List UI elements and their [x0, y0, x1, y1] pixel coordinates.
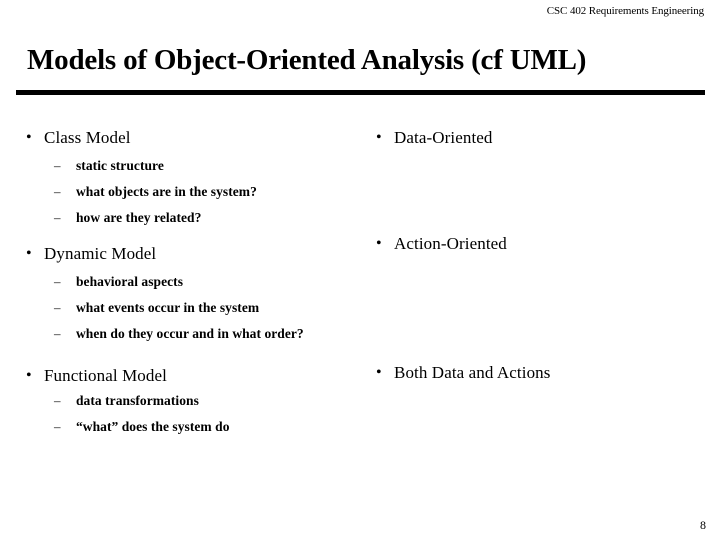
sub-bullet-item[interactable]: – what events occur in the system [54, 295, 360, 321]
bullet-label: Class Model [44, 128, 131, 147]
bullet-item-both-data-and-actions[interactable]: • Both Data and Actions [370, 361, 710, 385]
bullet-group-class-model: • Class Model – static structure – what … [20, 126, 360, 231]
dash-icon: – [54, 393, 61, 408]
slide-header: CSC 402 Requirements Engineering [546, 5, 704, 17]
sub-bullet-list: – behavioral aspects – what events occur… [20, 269, 360, 347]
bullet-dot-icon: • [376, 129, 382, 146]
bullet-item-class-model[interactable]: • Class Model [20, 126, 360, 150]
page-title: Models of Object-Oriented Analysis (cf U… [27, 44, 587, 76]
sub-bullet-label: static structure [76, 158, 164, 173]
bullet-group-functional-model: • Functional Model – data transformation… [20, 364, 360, 440]
bullet-dot-icon: • [26, 367, 32, 384]
bullet-item-dynamic-model[interactable]: • Dynamic Model [20, 242, 360, 266]
sub-bullet-label: “what” does the system do [76, 419, 230, 434]
sub-bullet-label: when do they occur and in what order? [76, 326, 304, 341]
dash-icon: – [54, 274, 61, 289]
sub-bullet-label: behavioral aspects [76, 274, 184, 289]
bullet-dot-icon: • [26, 129, 32, 146]
sub-bullet-item[interactable]: – when do they occur and in what order? [54, 321, 360, 347]
bullet-label: Data-Oriented [394, 128, 493, 147]
dash-icon: – [54, 184, 61, 199]
sub-bullet-item[interactable]: – “what” does the system do [54, 414, 360, 440]
bullet-label: Both Data and Actions [394, 363, 551, 382]
sub-bullet-label: data transformations [76, 393, 199, 408]
sub-bullet-item[interactable]: – what objects are in the system? [54, 179, 360, 205]
sub-bullet-item[interactable]: – data transformations [54, 388, 360, 414]
sub-bullet-label: what objects are in the system? [76, 184, 257, 199]
dash-icon: – [54, 158, 61, 173]
title-divider [16, 90, 705, 95]
bullet-label: Action-Oriented [394, 234, 507, 253]
bullet-item-functional-model[interactable]: • Functional Model [20, 364, 360, 388]
sub-bullet-item[interactable]: – static structure [54, 153, 360, 179]
page-number: 8 [700, 518, 706, 532]
bullet-label: Dynamic Model [44, 244, 157, 263]
bullet-dot-icon: • [26, 245, 32, 262]
dash-icon: – [54, 326, 61, 341]
sub-bullet-list: – static structure – what objects are in… [20, 153, 360, 231]
bullet-dot-icon: • [376, 235, 382, 252]
bullet-item-data-oriented[interactable]: • Data-Oriented [370, 126, 710, 150]
bullet-dot-icon: • [376, 364, 382, 381]
sub-bullet-label: what events occur in the system [76, 300, 260, 315]
bullet-item-action-oriented[interactable]: • Action-Oriented [370, 232, 710, 256]
slide-body: • Class Model – static structure – what … [0, 126, 720, 486]
sub-bullet-item[interactable]: – how are they related? [54, 205, 360, 231]
right-column: • Data-Oriented • Action-Oriented • Both… [370, 126, 710, 385]
bullet-label: Functional Model [44, 366, 167, 385]
bullet-group-dynamic-model: • Dynamic Model – behavioral aspects – w… [20, 242, 360, 347]
sub-bullet-label: how are they related? [76, 210, 202, 225]
dash-icon: – [54, 300, 61, 315]
slide: CSC 402 Requirements Engineering Models … [0, 0, 720, 540]
dash-icon: – [54, 419, 61, 434]
dash-icon: – [54, 210, 61, 225]
sub-bullet-item[interactable]: – behavioral aspects [54, 269, 360, 295]
sub-bullet-list: – data transformations – “what” does the… [20, 388, 360, 440]
left-column: • Class Model – static structure – what … [20, 126, 360, 440]
